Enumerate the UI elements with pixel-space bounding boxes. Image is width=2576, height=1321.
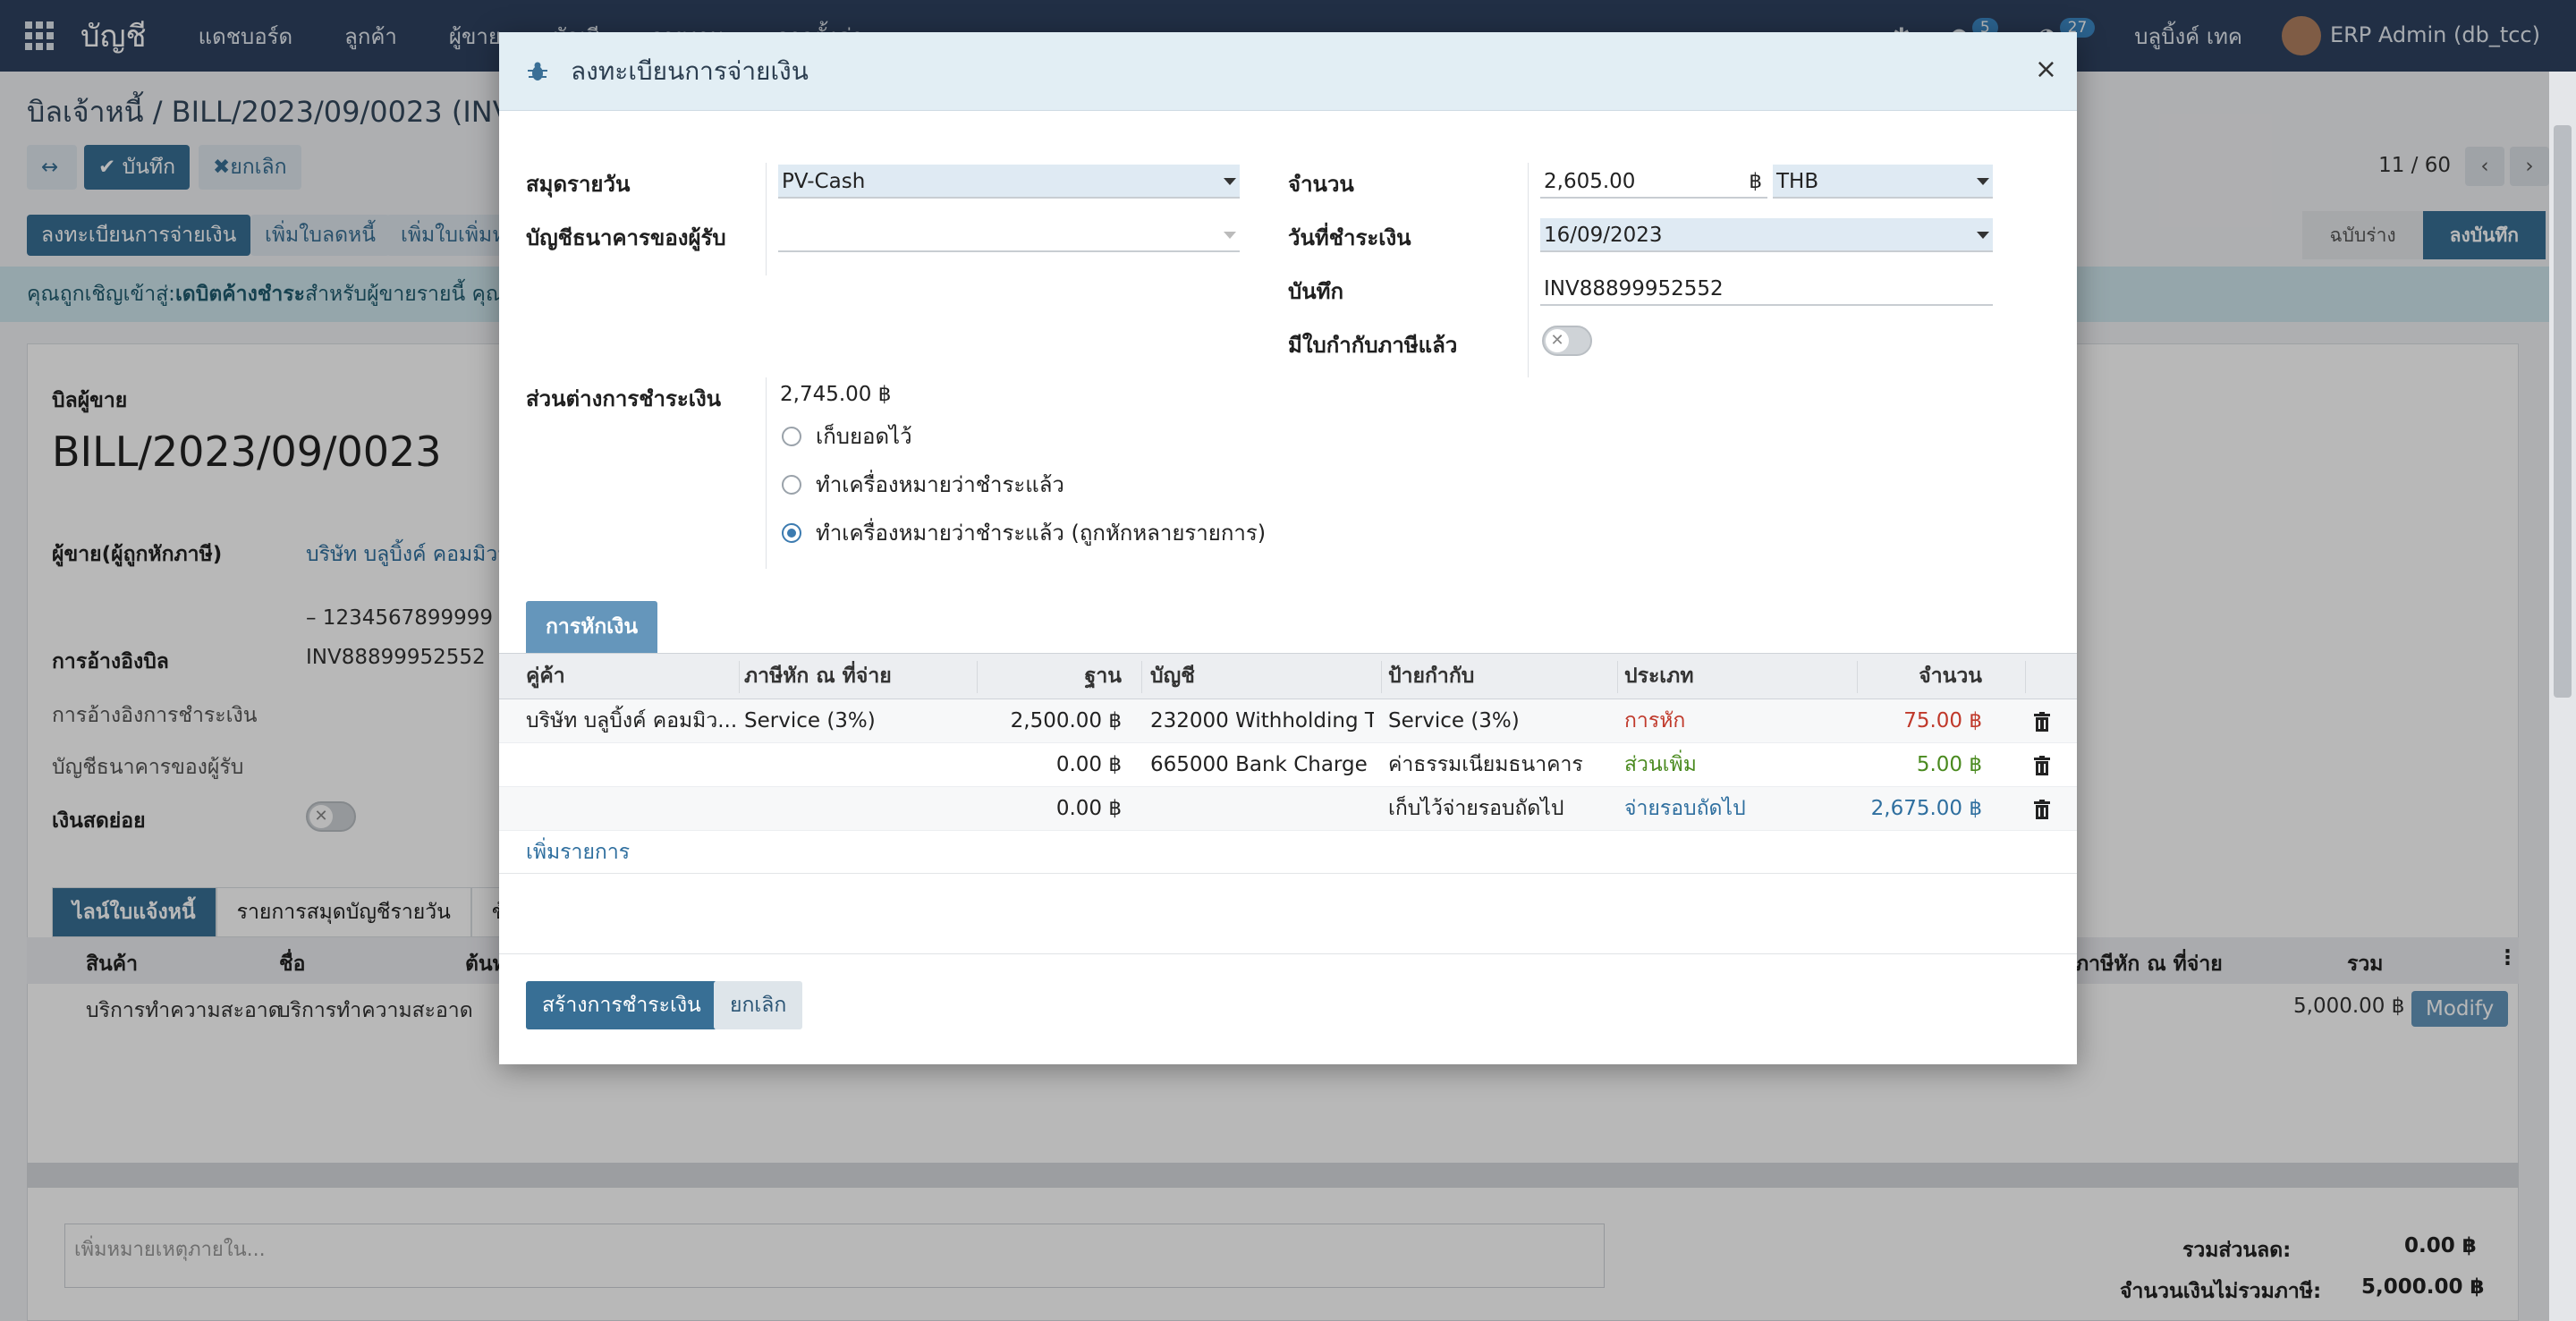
- row-partner[interactable]: [526, 743, 737, 786]
- row-type[interactable]: ส่วนเพิ่ม: [1624, 743, 1697, 786]
- row-amount[interactable]: 2,675.00 ฿: [1862, 787, 1982, 830]
- row-base[interactable]: 0.00 ฿: [982, 787, 1122, 830]
- trash-icon[interactable]: [2034, 756, 2050, 775]
- row-partner[interactable]: [526, 787, 737, 830]
- row-label[interactable]: ค่าธรรมเนียมธนาคาร: [1388, 743, 1583, 786]
- payment-date-input[interactable]: 16/09/2023: [1540, 218, 1993, 252]
- radio-mark-paid-multi[interactable]: ทำเครื่องหมายว่าชำระแล้ว (ถูกหักหลายรายก…: [782, 515, 1266, 550]
- dialog-title: ลงทะเบียนการจ่ายเงิน: [571, 55, 809, 86]
- deductions-table: คู่ค้า ภาษีหัก ณ ที่จ่าย ฐาน บัญชี ป้ายก…: [499, 653, 2077, 831]
- divider: [766, 163, 767, 275]
- currency-select[interactable]: THB: [1773, 165, 1993, 199]
- row-type[interactable]: จ่ายรอบถัดไป: [1624, 787, 1746, 830]
- dialog-header: ลงทะเบียนการจ่ายเงิน ×: [499, 32, 2077, 111]
- radio-icon: [782, 426, 801, 446]
- recipient-bank-label: บัญชีธนาคารของผู้รับ: [526, 225, 726, 250]
- journal-value: PV-Cash: [782, 170, 866, 193]
- tab-deductions[interactable]: การหักเงิน: [526, 601, 658, 653]
- radio-checked-icon: [782, 522, 801, 543]
- table-row[interactable]: 0.00 ฿ 665000 Bank Charge ค่าธรรมเนียมธน…: [499, 743, 2077, 787]
- amount-label: จำนวน: [1288, 172, 1354, 197]
- has-wht-toggle[interactable]: ✕: [1542, 326, 1592, 356]
- table-row[interactable]: บริษัท บลูบิ้งค์ คอมมิว... Service (3%) …: [499, 699, 2077, 743]
- col-label: ป้ายกำกับ: [1388, 665, 1475, 688]
- chevron-down-icon: [1224, 178, 1236, 185]
- col-divider: [1381, 661, 1382, 693]
- radio-label: เก็บยอดไว้: [816, 424, 912, 449]
- journal-select[interactable]: PV-Cash: [778, 165, 1240, 199]
- trash-icon[interactable]: [2034, 712, 2050, 732]
- memo-input[interactable]: INV88899952552: [1540, 272, 1993, 306]
- row-label[interactable]: Service (3%): [1388, 699, 1520, 742]
- deductions-header: คู่ค้า ภาษีหัก ณ ที่จ่าย ฐาน บัญชี ป้ายก…: [499, 653, 2077, 699]
- col-divider: [739, 661, 740, 693]
- col-base: ฐาน: [1084, 665, 1122, 688]
- row-amount[interactable]: 75.00 ฿: [1862, 699, 1982, 742]
- payment-difference-value: 2,745.00 ฿: [780, 383, 892, 406]
- bug-icon: [528, 62, 547, 80]
- create-payment-button[interactable]: สร้างการชำระเงิน: [526, 981, 717, 1029]
- table-row[interactable]: 0.00 ฿ เก็บไว้จ่ายรอบถัดไป จ่ายรอบถัดไป …: [499, 787, 2077, 831]
- close-icon[interactable]: ×: [2035, 54, 2057, 85]
- currency-value: THB: [1776, 170, 1819, 193]
- dialog-footer: สร้างการชำระเงิน ยกเลิก: [499, 953, 2077, 1064]
- divider: [499, 873, 2077, 874]
- col-divider: [977, 661, 978, 693]
- chevron-down-icon: [1977, 178, 1989, 185]
- memo-label: บันทึก: [1288, 279, 1343, 304]
- row-type[interactable]: การหัก: [1624, 699, 1685, 742]
- radio-mark-paid[interactable]: ทำเครื่องหมายว่าชำระแล้ว: [782, 467, 1064, 502]
- divider: [1528, 163, 1529, 377]
- trash-icon[interactable]: [2034, 800, 2050, 819]
- vertical-scrollbar[interactable]: [2549, 72, 2576, 1321]
- row-base[interactable]: 2,500.00 ฿: [982, 699, 1122, 742]
- col-wht: ภาษีหัก ณ ที่จ่าย: [744, 665, 892, 688]
- row-partner[interactable]: บริษัท บลูบิ้งค์ คอมมิว...: [526, 699, 737, 742]
- recipient-bank-select[interactable]: [778, 218, 1240, 252]
- journal-label: สมุดรายวัน: [526, 172, 631, 197]
- has-wht-label: มีใบกำกับภาษีแล้ว: [1288, 333, 1458, 358]
- col-divider: [1617, 661, 1618, 693]
- amount-value: 2,605.00: [1544, 170, 1636, 193]
- currency-symbol: ฿: [1749, 170, 1762, 193]
- row-account[interactable]: [1150, 787, 1374, 830]
- radio-label: ทำเครื่องหมายว่าชำระแล้ว (ถูกหักหลายรายก…: [816, 521, 1267, 546]
- col-divider: [2025, 661, 2026, 693]
- radio-label: ทำเครื่องหมายว่าชำระแล้ว: [816, 472, 1064, 497]
- payment-difference-label: ส่วนต่างการชำระเงิน: [526, 386, 722, 411]
- radio-icon: [782, 474, 801, 495]
- add-line-link[interactable]: เพิ่มรายการ: [526, 836, 630, 868]
- payment-date-label: วันที่ชำระเงิน: [1288, 225, 1411, 250]
- radio-keep-open[interactable]: เก็บยอดไว้: [782, 419, 912, 453]
- row-wht[interactable]: Service (3%): [744, 699, 876, 742]
- col-account: บัญชี: [1150, 665, 1195, 688]
- col-type: ประเภท: [1624, 665, 1694, 688]
- amount-input[interactable]: 2,605.00 ฿: [1540, 165, 1767, 199]
- row-account[interactable]: 232000 Withholding T...: [1150, 699, 1374, 742]
- cancel-button[interactable]: ยกเลิก: [714, 981, 803, 1029]
- col-divider: [1141, 661, 1142, 693]
- payment-date-value: 16/09/2023: [1544, 224, 1663, 247]
- chevron-down-icon: [1977, 232, 1989, 239]
- register-payment-dialog: ลงทะเบียนการจ่ายเงิน × สมุดรายวัน PV-Cas…: [499, 32, 2077, 1064]
- col-amount: จำนวน: [1919, 665, 1982, 688]
- row-base[interactable]: 0.00 ฿: [982, 743, 1122, 786]
- row-label[interactable]: เก็บไว้จ่ายรอบถัดไป: [1388, 787, 1564, 830]
- divider: [766, 377, 767, 569]
- scrollbar-thumb[interactable]: [2554, 125, 2572, 698]
- row-account[interactable]: 665000 Bank Charge: [1150, 743, 1374, 786]
- col-divider: [1857, 661, 1858, 693]
- row-amount[interactable]: 5.00 ฿: [1862, 743, 1982, 786]
- chevron-down-icon: [1224, 232, 1236, 239]
- toggle-off-icon: ✕: [1546, 329, 1569, 352]
- col-partner: คู่ค้า: [526, 665, 565, 688]
